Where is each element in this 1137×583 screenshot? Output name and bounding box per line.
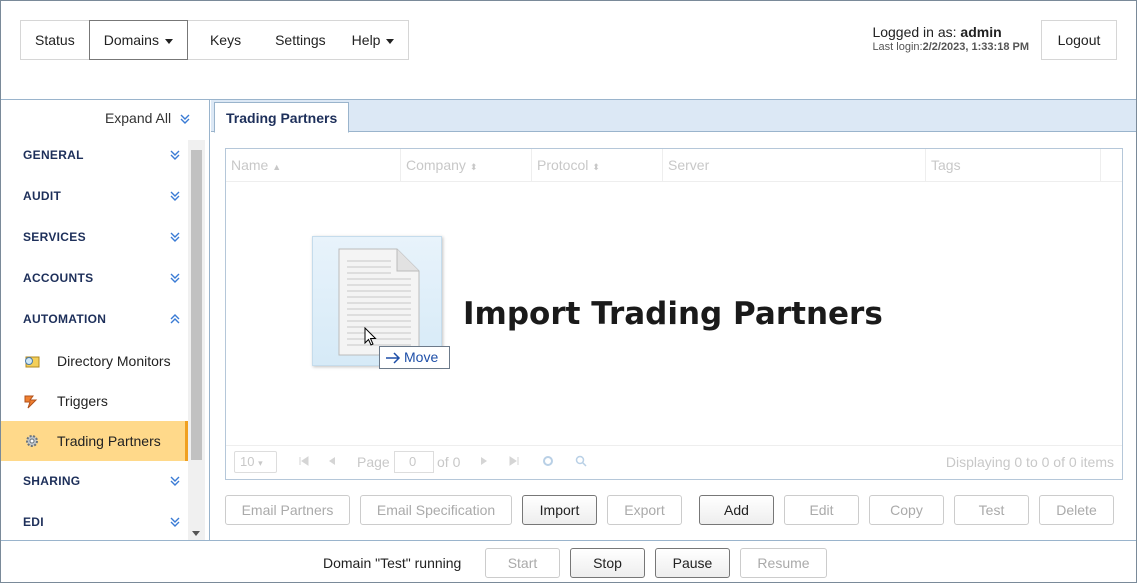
sidebar-item-directory-monitors[interactable]: Directory Monitors <box>1 341 188 381</box>
user-info: Logged in as: admin Last login:2/2/2023,… <box>872 24 1029 53</box>
nav-status[interactable]: Status <box>21 21 89 59</box>
nav-domains[interactable]: Domains <box>88 20 188 60</box>
tab-strip: Trading Partners <box>211 100 1136 133</box>
resume-button[interactable]: Resume <box>740 548 827 578</box>
first-page-icon[interactable] <box>298 455 310 467</box>
sidebar-item-triggers[interactable]: Triggers <box>1 381 188 421</box>
column-header-name[interactable]: Name ▲ <box>226 149 401 182</box>
test-button[interactable]: Test <box>954 495 1029 525</box>
top-nav: Status Domains Keys Settings Help <box>20 20 410 60</box>
sort-asc-icon: ▲ <box>272 162 282 172</box>
scrollbar-thumb[interactable] <box>191 150 202 460</box>
last-login-value: 2/2/2023, 1:33:18 PM <box>922 41 1029 53</box>
expand-all-button[interactable]: Expand All <box>105 110 191 126</box>
tab-trading-partners[interactable]: Trading Partners <box>214 102 350 133</box>
sidebar-scrollbar[interactable] <box>188 140 205 540</box>
move-tooltip: Move <box>379 346 450 369</box>
sidebar-section-edi[interactable]: EDI <box>1 502 188 540</box>
status-bar: Domain "Test" running Start Stop Pause R… <box>1 540 1136 582</box>
start-button[interactable]: Start <box>485 548 560 578</box>
refresh-icon[interactable] <box>542 455 554 467</box>
folder-monitor-icon <box>25 356 40 368</box>
double-chevron-down-icon <box>170 476 180 486</box>
arrow-right-icon <box>386 352 401 364</box>
nav-keys[interactable]: Keys <box>188 21 263 59</box>
mouse-cursor-icon <box>364 327 377 346</box>
pause-button[interactable]: Pause <box>655 548 730 578</box>
sidebar-section-general[interactable]: GENERAL <box>1 135 188 176</box>
double-chevron-up-icon <box>170 314 180 324</box>
last-login-label: Last login: <box>872 41 923 53</box>
column-header-protocol[interactable]: Protocol ⬍ <box>532 149 663 182</box>
nav-help[interactable]: Help <box>338 21 409 59</box>
email-specification-button[interactable]: Email Specification <box>360 495 512 525</box>
sidebar-section-audit[interactable]: AUDIT <box>1 176 188 217</box>
logout-button[interactable]: Logout <box>1041 20 1117 60</box>
copy-button[interactable]: Copy <box>869 495 944 525</box>
page-number-input[interactable]: 0 <box>394 451 434 473</box>
sort-icon: ⬍ <box>592 162 600 172</box>
last-page-icon[interactable] <box>508 455 520 467</box>
displaying-count: Displaying 0 to 0 of 0 items <box>945 454 1114 470</box>
email-partners-button[interactable]: Email Partners <box>225 495 350 525</box>
double-chevron-down-icon <box>170 273 180 283</box>
trigger-icon <box>24 395 38 409</box>
import-drop-title: Import Trading Partners <box>463 296 883 332</box>
sidebar: Expand All GENERAL AUDIT SERVICES ACCOUN… <box>1 100 210 540</box>
sidebar-section-automation[interactable]: AUTOMATION <box>1 299 188 340</box>
column-header-server[interactable]: Server <box>663 149 926 182</box>
sort-icon: ⬍ <box>469 162 478 172</box>
sidebar-section-services[interactable]: SERVICES <box>1 217 188 258</box>
page-label: Page <box>357 454 390 470</box>
import-button[interactable]: Import <box>522 495 597 525</box>
page-size-select[interactable]: 10 ▾ <box>234 451 277 473</box>
stop-button[interactable]: Stop <box>570 548 645 578</box>
domain-status-text: Domain "Test" running <box>323 555 462 571</box>
chevron-down-icon: ▾ <box>258 458 263 468</box>
next-page-icon[interactable] <box>478 455 490 467</box>
scroll-down-icon[interactable] <box>192 531 200 536</box>
edit-button[interactable]: Edit <box>784 495 859 525</box>
page-of-label: of 0 <box>437 454 461 470</box>
double-chevron-down-icon <box>170 232 180 242</box>
caret-down-icon <box>386 38 395 44</box>
double-chevron-down-icon <box>180 114 190 125</box>
double-chevron-down-icon <box>170 150 180 160</box>
prev-page-icon[interactable] <box>326 455 338 467</box>
username: admin <box>960 24 1002 40</box>
sidebar-section-accounts[interactable]: ACCOUNTS <box>1 258 188 299</box>
add-button[interactable]: Add <box>699 495 774 525</box>
sidebar-section-sharing[interactable]: SHARING <box>1 461 188 502</box>
export-button[interactable]: Export <box>607 495 682 525</box>
double-chevron-down-icon <box>170 191 180 201</box>
sidebar-item-trading-partners[interactable]: Trading Partners <box>1 421 188 461</box>
search-icon[interactable] <box>575 455 587 467</box>
nav-settings[interactable]: Settings <box>263 21 338 59</box>
logged-in-label: Logged in as: <box>872 24 957 40</box>
gear-icon <box>26 435 38 447</box>
double-chevron-down-icon <box>170 517 180 527</box>
column-header-tags[interactable]: Tags <box>926 149 1101 182</box>
delete-button[interactable]: Delete <box>1039 495 1114 525</box>
grid-pager: 10 ▾ Page 0 of 0 Displaying 0 to 0 of 0 … <box>226 445 1122 479</box>
grid-header: Name ▲ Company ⬍ Protocol ⬍ Server Tags <box>226 149 1122 182</box>
column-header-company[interactable]: Company ⬍ <box>401 149 532 182</box>
caret-down-icon <box>164 38 173 44</box>
